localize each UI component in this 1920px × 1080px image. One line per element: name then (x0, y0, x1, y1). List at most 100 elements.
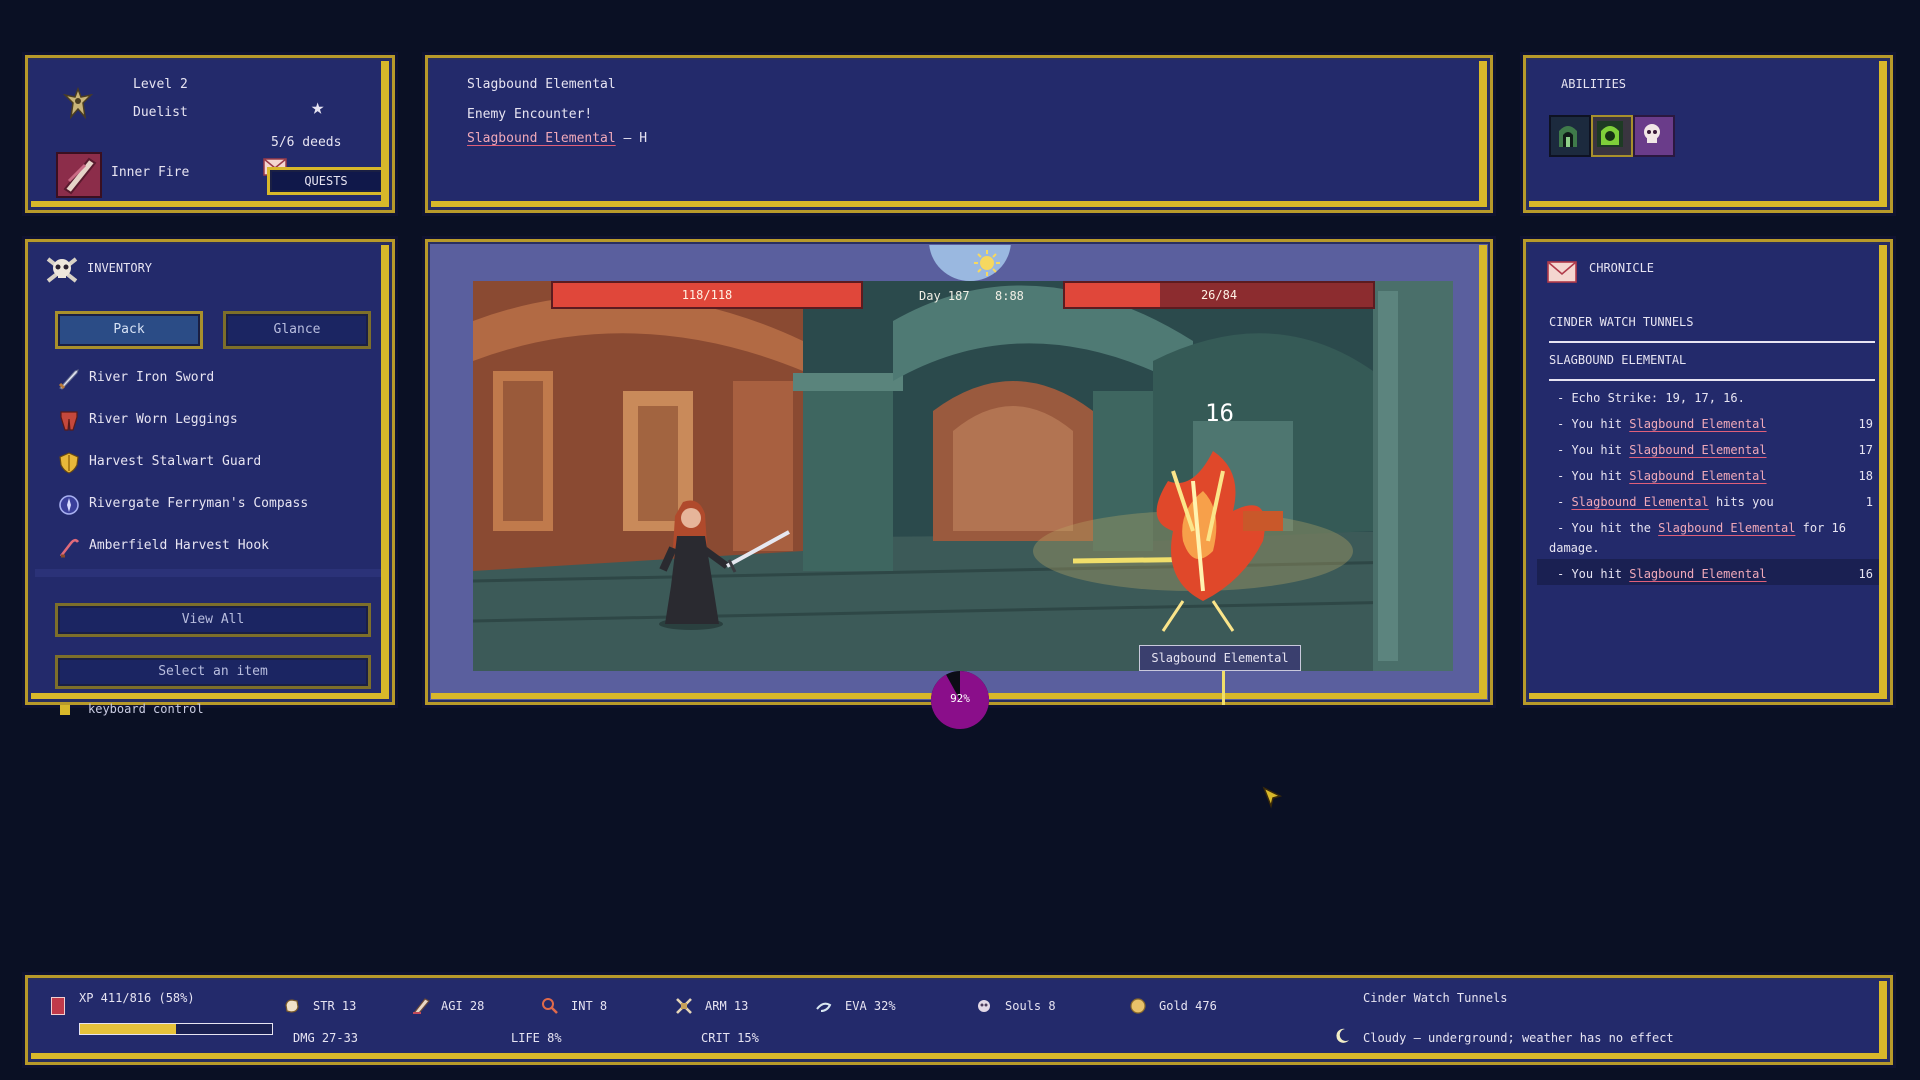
leggings-icon (60, 411, 78, 431)
souls-value: Souls 8 (1005, 999, 1056, 1013)
xp-fill (80, 1024, 176, 1034)
hook-icon (59, 538, 80, 558)
progress-circle: 92% (930, 670, 990, 730)
chronicle-title: CHRONICLE (1589, 261, 1655, 275)
inventory-item-row[interactable]: River Worn Leggings (55, 401, 375, 441)
player-hp-text: 118/118 (681, 288, 733, 302)
inventory-scroll-track (382, 415, 388, 567)
chronicle-panel: CHRONICLE CINDER WATCH TUNNELS SLAGBOUND… (1520, 236, 1896, 708)
magnifier-icon (542, 998, 558, 1014)
chronicle-location: CINDER WATCH TUNNELS (1549, 315, 1694, 329)
weather-label: Cloudy — underground; weather has no eff… (1363, 1031, 1674, 1045)
inventory-item-row[interactable]: River Iron Sword (55, 359, 375, 399)
green-burst-ability-icon (1597, 121, 1623, 147)
quests-button[interactable]: QUESTS (267, 167, 385, 195)
damage-popup: 16 (1205, 399, 1234, 427)
skill-name: Inner Fire (111, 165, 190, 180)
inventory-item-name: Harvest Stalwart Guard (89, 454, 262, 469)
time-label: 8:88 (995, 289, 1024, 303)
enemy-hp-text: 26/84 (1200, 288, 1238, 302)
player-panel: Level 2 Duelist ★ 5/6 deeds Inner Fire Q… (22, 52, 398, 216)
xp-bar (79, 1023, 273, 1035)
keyboard-control-label: keyboard control (88, 702, 204, 716)
fist-icon (285, 999, 299, 1013)
inventory-title: INVENTORY (87, 261, 153, 275)
encounter-enemy-row: Slagbound Elemental — H (467, 131, 647, 146)
xp-label: XP 411/816 (58%) (79, 991, 195, 1005)
enemy-link[interactable]: Slagbound Elemental (1629, 417, 1766, 431)
chronicle-value: 19 (1858, 417, 1873, 431)
chronicle-entry: - Slagbound Elemental hits you (1557, 495, 1774, 509)
sun-icon (974, 250, 1000, 276)
wind-icon (816, 1002, 832, 1012)
shield-icon (59, 452, 79, 474)
journal-icon[interactable] (51, 997, 65, 1015)
chronicle-entry: - You hit Slagbound Elemental (1557, 417, 1767, 431)
enemy-link[interactable]: Slagbound Elemental (1629, 469, 1766, 483)
battle-panel: 118/118 Day 187 8:88 26/84 16 Slagbound … (422, 236, 1496, 708)
enemy-link[interactable]: Slagbound Elemental (1571, 495, 1708, 509)
ability-slot-2[interactable] (1591, 115, 1633, 157)
ability-slot-1[interactable] (1549, 115, 1591, 157)
eva-value: EVA 32% (845, 999, 896, 1013)
skull-crossbones-icon (45, 255, 79, 289)
enemy-link[interactable]: Slagbound Elemental (1658, 521, 1795, 535)
inner-fire-icon[interactable] (55, 151, 103, 203)
compass-icon (59, 495, 79, 515)
tab-glance[interactable]: Glance (223, 311, 371, 349)
abilities-title: ABILITIES (1561, 77, 1627, 91)
inventory-item-name: Amberfield Harvest Hook (89, 538, 270, 553)
life-value: LIFE 8% (511, 1031, 562, 1045)
envelope-icon (1547, 261, 1577, 287)
encounter-title: Slagbound Elemental (467, 77, 616, 92)
crit-value: CRIT 15% (701, 1031, 759, 1045)
enemy-link[interactable]: Slagbound Elemental (1629, 443, 1766, 457)
skull-ability-icon (1644, 124, 1660, 143)
encounter-enemy-link[interactable]: Slagbound Elemental (467, 131, 616, 146)
day-label: Day 187 (919, 289, 970, 303)
inventory-item-row[interactable]: Amberfield Harvest Hook (55, 527, 375, 567)
player-character (659, 500, 790, 630)
ability-slot-3[interactable] (1633, 115, 1675, 157)
deeds-counter: 5/6 deeds (271, 135, 342, 150)
str-value: STR 13 (313, 999, 357, 1013)
gold-value: Gold 476 (1159, 999, 1217, 1013)
tab-pack[interactable]: Pack (55, 311, 203, 349)
inventory-list-divider (35, 569, 381, 577)
chronicle-entry-cont: damage. (1549, 541, 1600, 555)
chronicle-divider (1549, 379, 1875, 381)
chronicle-divider (1549, 341, 1875, 343)
cursor-icon (1262, 786, 1283, 809)
chronicle-entry: - You hit Slagbound Elemental (1557, 443, 1767, 457)
player-class: Duelist (133, 105, 188, 120)
inventory-item-row[interactable]: Harvest Stalwart Guard (55, 443, 375, 483)
select-item-button[interactable]: Select an item (55, 655, 371, 689)
enemy-name-tag[interactable]: Slagbound Elemental (1139, 645, 1301, 671)
sword-icon (58, 369, 79, 390)
arm-value: ARM 13 (705, 999, 749, 1013)
chronicle-entry: - Echo Strike: 19, 17, 16. (1557, 391, 1745, 405)
enemy-link[interactable]: Slagbound Elemental (1629, 567, 1766, 581)
inventory-panel: INVENTORY Pack Glance River Iron Sword R… (22, 236, 398, 708)
chronicle-entry: - You hit the Slagbound Elemental for 16 (1557, 521, 1847, 535)
armor-icon (676, 998, 692, 1014)
battle-scene: 118/118 Day 187 8:88 26/84 16 Slagbound … (473, 281, 1453, 671)
chronicle-value: 17 (1858, 443, 1873, 457)
location-label: Cinder Watch Tunnels (1363, 991, 1508, 1005)
chronicle-value: 16 (1858, 567, 1873, 581)
star-icon[interactable]: ★ (311, 95, 324, 120)
moon-icon (1336, 1028, 1349, 1043)
encounter-subtitle: Enemy Encounter! (467, 107, 593, 122)
inventory-scrollbar[interactable] (381, 361, 389, 413)
chronicle-value: 18 (1858, 469, 1873, 483)
player-hp-bar: 118/118 (551, 281, 863, 309)
inventory-item-row[interactable]: Rivergate Ferryman's Compass (55, 485, 375, 525)
view-all-button[interactable]: View All (55, 603, 371, 637)
enemy-hp-bar: 26/84 (1063, 281, 1375, 309)
encounter-enemy-suffix: — H (623, 131, 648, 146)
encounter-panel: Slagbound Elemental Enemy Encounter! Sla… (422, 52, 1496, 216)
inventory-item-name: Rivergate Ferryman's Compass (89, 496, 309, 511)
enemy-character (1073, 451, 1283, 632)
coin-icon (1130, 998, 1146, 1014)
sun-dial (929, 245, 1011, 281)
